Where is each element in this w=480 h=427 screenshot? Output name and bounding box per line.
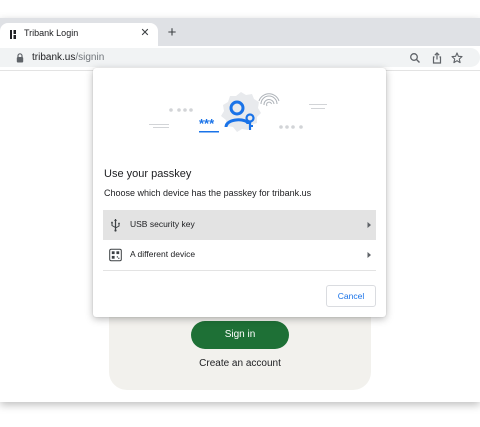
dialog-title: Use your passkey (104, 168, 192, 180)
bookmark-star-icon[interactable] (451, 52, 463, 64)
url-path: /signin (75, 52, 105, 63)
lock-icon[interactable] (16, 53, 24, 63)
cancel-button[interactable]: Cancel (326, 285, 376, 307)
sign-in-button[interactable]: Sign in (191, 321, 289, 349)
address-bar[interactable]: tribank.us/signin (0, 48, 480, 67)
share-icon[interactable] (431, 52, 443, 64)
qr-code-icon (109, 248, 122, 262)
passkey-dialog: *** Use your passkey Choose which device… (93, 68, 386, 317)
create-account-link[interactable]: Create an account (160, 358, 320, 369)
usb-icon (111, 219, 120, 232)
passkey-illustration: *** (149, 92, 327, 133)
fingerprint-icon (258, 93, 280, 107)
option-label: A different device (130, 249, 196, 259)
option-different-device[interactable]: A different device (103, 240, 376, 271)
tab-tribank-login[interactable]: Tribank Login ✕ (0, 23, 158, 46)
tribank-favicon-icon (10, 30, 16, 39)
masked-password-text: *** (199, 116, 215, 131)
tab-strip: Tribank Login ✕ + (0, 18, 480, 46)
search-icon[interactable] (409, 52, 421, 64)
tab-close-icon[interactable]: ✕ (138, 26, 152, 40)
url-text[interactable]: tribank.us/signin (32, 51, 104, 64)
chevron-right-icon (367, 252, 371, 258)
new-tab-button[interactable]: + (163, 24, 181, 42)
option-usb-security-key[interactable]: USB security key (103, 210, 376, 240)
url-host: tribank.us (32, 52, 76, 63)
option-label: USB security key (130, 219, 195, 229)
dialog-subtitle: Choose which device has the passkey for … (104, 188, 312, 198)
chevron-right-icon (367, 222, 371, 228)
tab-title: Tribank Login (24, 28, 79, 38)
